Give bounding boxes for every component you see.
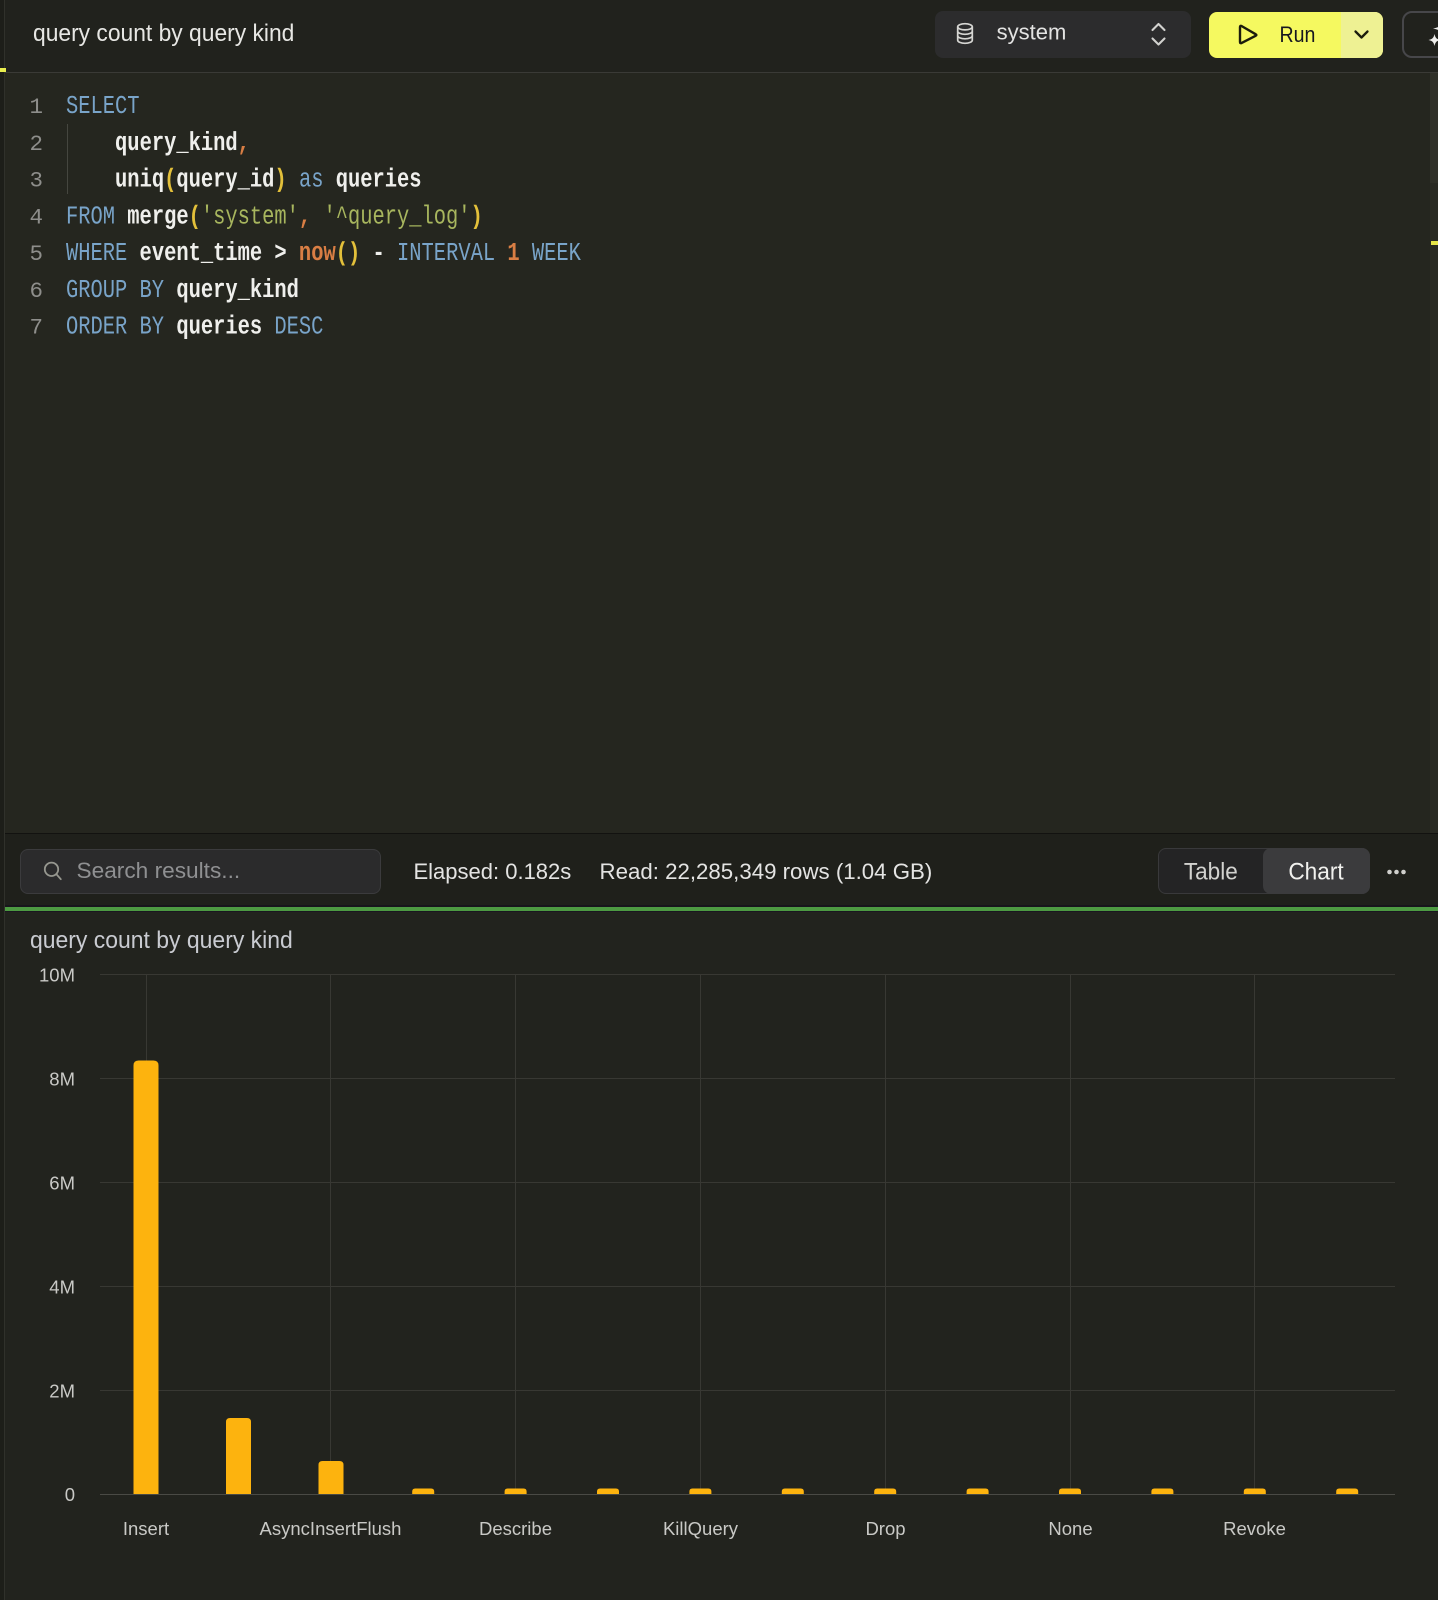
svg-text:1: 1: [29, 94, 43, 120]
svg-text:Elapsed: 0.182s: Elapsed: 0.182s: [414, 859, 572, 884]
svg-text:4: 4: [29, 204, 43, 230]
svg-text:uniq(query_id) as queries: uniq(query_id) as queries: [115, 166, 421, 195]
svg-text:Describe: Describe: [479, 1518, 552, 1539]
svg-text:10M: 10M: [39, 965, 75, 986]
svg-text:system: system: [997, 20, 1067, 45]
svg-text:Insert: Insert: [123, 1518, 169, 1539]
svg-text:Chart: Chart: [1288, 858, 1344, 885]
svg-text:6: 6: [29, 278, 43, 304]
svg-text:query_kind,: query_kind,: [115, 130, 250, 159]
svg-text:FROM merge('system', '^query_l: FROM merge('system', '^query_log'): [66, 203, 483, 232]
svg-text:Revoke: Revoke: [1223, 1518, 1286, 1539]
svg-text:5: 5: [29, 241, 43, 267]
svg-text:SELECT: SELECT: [66, 93, 140, 122]
svg-text:query count by query kind: query count by query kind: [33, 20, 294, 47]
svg-text:query count by query kind: query count by query kind: [30, 927, 293, 954]
svg-text:7: 7: [29, 315, 43, 341]
svg-text:GROUP BY query_kind: GROUP BY query_kind: [66, 277, 299, 306]
svg-text:ORDER BY queries DESC: ORDER BY queries DESC: [66, 313, 323, 342]
svg-text:0: 0: [65, 1484, 75, 1505]
svg-text:2M: 2M: [49, 1380, 75, 1401]
svg-text:2: 2: [29, 131, 43, 157]
svg-text:3: 3: [29, 168, 43, 194]
svg-text:Read: 22,285,349 rows (1.04 GB: Read: 22,285,349 rows (1.04 GB): [600, 859, 933, 884]
svg-text:WHERE event_time > now() - INT: WHERE event_time > now() - INTERVAL 1 WE…: [66, 240, 581, 269]
svg-text:None: None: [1048, 1518, 1092, 1539]
svg-text:4M: 4M: [49, 1276, 75, 1297]
svg-text:KillQuery: KillQuery: [663, 1518, 739, 1539]
svg-text:Search results...: Search results...: [77, 858, 241, 883]
svg-text:6M: 6M: [49, 1173, 75, 1194]
svg-text:8M: 8M: [49, 1069, 75, 1090]
svg-text:AsyncInsertFlush: AsyncInsertFlush: [260, 1518, 402, 1539]
svg-text:Drop: Drop: [865, 1518, 905, 1539]
svg-text:Table: Table: [1184, 858, 1238, 885]
svg-text:Run: Run: [1280, 23, 1316, 47]
